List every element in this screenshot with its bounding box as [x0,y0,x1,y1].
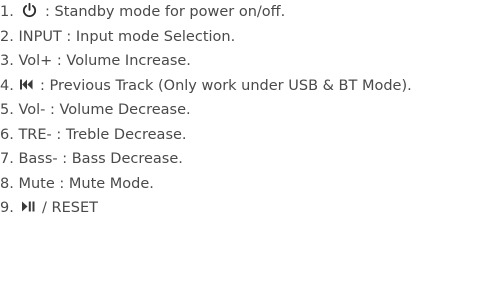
item-text: : Previous Track (Only work under USB & … [35,77,412,94]
item-text: Mute : Mute Mode. [13,175,154,192]
item-number: 5. [0,102,14,118]
previous-track-icon [20,79,33,89]
list-item-power: 1. : Standby mode for power on/off. [0,0,492,25]
item-number: 6. [0,126,14,143]
list-item-bass-minus: 7. Bass- : Bass Decrease. [0,147,492,172]
item-number: 3. [0,53,14,69]
item-text: INPUT : Input mode Selection. [13,28,236,45]
item-number: 4. [0,77,14,94]
list-item-treble-minus: 6. TRE- : Treble Decrease. [0,123,492,148]
item-number: 1. [0,4,14,20]
item-text: Vol- : Volume Decrease. [13,102,191,118]
item-number: 7. [0,151,14,167]
play-pause-icon [22,201,35,212]
power-icon [23,2,37,18]
item-text: / RESET [37,200,99,216]
list-item-vol-minus: 5. Vol- : Volume Decrease. [0,98,492,123]
item-text: Vol+ : Volume Increase. [13,53,191,69]
list-item-play-pause-reset: 9. / RESET [0,196,492,221]
list-item-input: 2. INPUT : Input mode Selection. [0,25,492,50]
item-number: 9. [0,200,14,216]
item-number: 8. [0,175,14,192]
item-text: : Standby mode for power on/off. [40,4,286,20]
item-number: 2. [0,28,14,45]
item-text: Bass- : Bass Decrease. [13,151,183,167]
list-item-vol-plus: 3. Vol+ : Volume Increase. [0,49,492,74]
list-item-mute: 8. Mute : Mute Mode. [0,172,492,197]
list-item-previous-track: 4. : Previous Track (Only work under USB… [0,74,490,99]
item-text: TRE- : Treble Decrease. [13,126,187,143]
instruction-list: 1. : Standby mode for power on/off. 2. I… [0,0,492,221]
